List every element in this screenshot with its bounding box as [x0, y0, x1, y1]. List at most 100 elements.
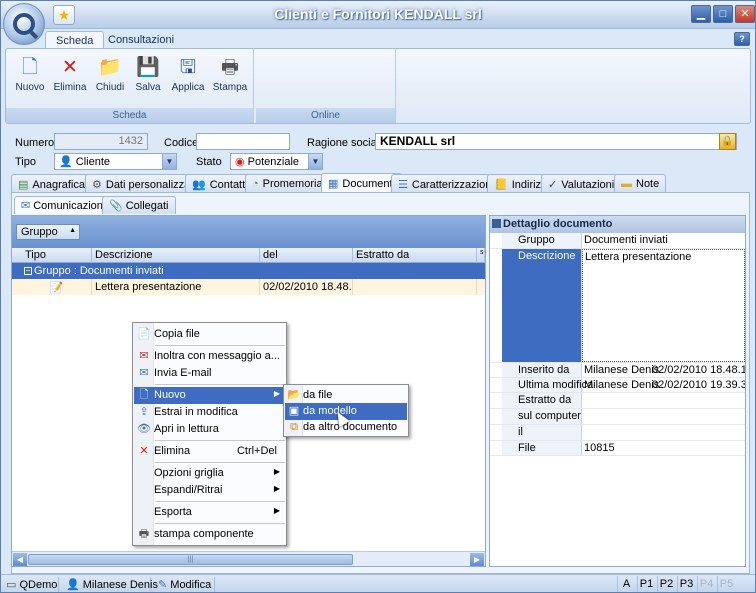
cell-del: 02/02/2010 18.48.14 [260, 279, 353, 295]
table-row[interactable]: 📝 Lettera presentazione 02/02/2010 18.48… [12, 279, 485, 295]
tab-anagrafica[interactable]: ▤ Anagrafica [11, 174, 92, 193]
rating-icon: ✓ [548, 179, 558, 191]
stato-value: Potenziale [247, 156, 300, 168]
tab-promemoria[interactable]: ◔ Promemoria [245, 174, 330, 193]
status-mode: ✎ Modifica [155, 577, 215, 592]
print-button[interactable]: 🖶 Stampa [210, 53, 250, 103]
detail-row-il: il [490, 425, 745, 441]
menu-separator [155, 345, 285, 346]
menu-item-esporta[interactable]: Esporta ▶ [134, 504, 285, 521]
chevron-down-icon: ▼ [162, 154, 176, 169]
column-header-su[interactable]: su [477, 248, 485, 263]
tipo-select[interactable]: 👤 Cliente ▼ [54, 153, 177, 170]
tab-documenti[interactable]: ▦ Documenti [321, 173, 402, 194]
template-icon: ▣ [288, 405, 300, 417]
envelope-icon: ✉ [21, 200, 31, 212]
tab-note[interactable]: ▬ Note [614, 174, 667, 193]
numero-field: 1432 [54, 133, 148, 150]
menu-item-stampa-componente[interactable]: 🖶 stampa componente [134, 526, 285, 543]
delete-x-icon: ✕ [139, 445, 149, 457]
cell-descrizione: Lettera presentazione [92, 279, 260, 295]
person-icon: 👤 [59, 156, 73, 168]
submenu-arrow-icon: ▶ [273, 389, 280, 398]
database-icon: ▭ [6, 579, 17, 591]
maximize-button[interactable]: □ [713, 5, 733, 23]
tab-valutazioni[interactable]: ✓ Valutazioni [541, 174, 622, 193]
delete-x-icon: ✕ [62, 57, 78, 78]
list-icon: ☰ [398, 179, 408, 191]
detail-row-inserito-da: Inserito da Milanese Denis 02/02/2010 18.… [490, 363, 745, 378]
scroll-right-icon[interactable]: ▶ [470, 553, 484, 566]
collapse-marker-icon[interactable] [492, 219, 501, 228]
apply-button[interactable]: 🖫 Applica [168, 53, 208, 103]
stato-select[interactable]: ◉ Potenziale ▼ [230, 153, 323, 170]
document-details-panel: Dettaglio documento Gruppo Documenti inv… [489, 215, 746, 567]
printer-icon: 🖶 [138, 528, 150, 540]
codice-field[interactable] [196, 133, 290, 150]
chevron-down-icon: ▼ [308, 154, 322, 169]
column-header-tipo[interactable]: Tipo [22, 248, 92, 263]
menu-item-inoltra[interactable]: ✉ Inoltra con messaggio a... [134, 348, 285, 365]
status-bar: ▭ QDemo 👤 Milanese Denis ✎ Modifica A P1… [1, 574, 755, 592]
group-chip[interactable]: Gruppo ▲ [16, 224, 80, 240]
details-title: Dettaglio documento [490, 216, 745, 233]
collapse-icon[interactable]: − [24, 267, 32, 275]
menu-item-apri[interactable]: 👁 Apri in lettura [134, 421, 285, 438]
column-header-estratto-da[interactable]: Estratto da [353, 248, 477, 263]
close-button[interactable]: ✕ [735, 5, 755, 23]
close-record-button[interactable]: 📁 Chiudi [90, 53, 130, 103]
detail-row-file: File 10815 [490, 441, 745, 456]
ragione-sociale-field[interactable]: KENDALL srl [375, 133, 737, 150]
calendar-icon: ▦ [328, 178, 339, 190]
delete-button[interactable]: ✕ Elimina [50, 53, 90, 103]
menu-item-copia-file[interactable]: 📄 Copia file [134, 326, 285, 343]
menu-separator [155, 384, 285, 385]
menu-item-invia-email[interactable]: ✉ Invia E-mail [134, 365, 285, 382]
printer-icon: 🖶 [221, 57, 239, 78]
detail-row-descrizione[interactable]: Descrizione Lettera presentazione [490, 249, 745, 363]
lock-icon[interactable]: 🔒 [719, 133, 736, 150]
submenu-item-da-file[interactable]: 📂 da file [285, 387, 407, 404]
menu-item-elimina[interactable]: ✕ Elimina Ctrl+Del [134, 443, 285, 460]
subtab-collegati[interactable]: 📎 Collegati [102, 196, 176, 214]
save-button[interactable]: 💾 Salva [128, 53, 168, 103]
menu-item-opzioni-griglia[interactable]: Opzioni griglia ▶ [134, 465, 285, 482]
new-button[interactable]: 🗋 Nuovo [10, 53, 50, 103]
context-menu: 📄 Copia file ✉ Inoltra con messaggio a... … [132, 322, 287, 546]
main-tabs: ▤ Anagrafica ⚙ Dati personalizzati 👥 Contat… [11, 173, 751, 194]
menu-item-estrai[interactable]: ⇪ Estrai in modifica [134, 404, 285, 421]
horizontal-scrollbar[interactable]: ◀ ||| ▶ [12, 551, 485, 566]
status-icon: ◉ [235, 156, 245, 168]
user-icon: 👤 [66, 579, 80, 591]
ribbon-tabs: Scheda Consultazioni ? [1, 29, 755, 50]
group-row[interactable]: − Gruppo : Documenti inviati [12, 263, 485, 279]
id-card-icon: ▤ [18, 179, 29, 191]
cell-estratto [353, 279, 477, 295]
menu-item-nuovo[interactable]: 🗋 Nuovo ▶ [134, 387, 285, 404]
app-window: ★ Clienti e Fornitori KENDALL srl ▁ □ ✕ … [0, 0, 756, 593]
menu-item-espandi-ritrai[interactable]: Espandi/Ritrai ▶ [134, 482, 285, 499]
subtab-comunicazioni[interactable]: ✉ Comunicazioni [14, 196, 113, 214]
help-icon[interactable]: ? [734, 32, 750, 46]
minimize-button[interactable]: ▁ [691, 5, 711, 23]
detail-row-estratto-da: Estratto da [490, 393, 745, 409]
status-key-p5: P5 [717, 576, 735, 592]
save-disk-icon: 💾 [136, 57, 160, 78]
clock-icon: ◔ [252, 178, 259, 190]
status-key-a: A [617, 576, 635, 592]
extract-icon: ⇪ [139, 406, 149, 418]
column-header-descrizione[interactable]: Descrizione [92, 248, 260, 263]
app-menu-orb-icon[interactable] [3, 3, 45, 45]
column-header-del[interactable]: del [260, 248, 353, 263]
group-by-bar: Gruppo ▲ [12, 216, 485, 248]
submenu-arrow-icon: ▶ [273, 484, 280, 493]
open-read-icon: 👁 [137, 423, 151, 435]
tab-caratterizzazioni[interactable]: ☰ Caratterizzazioni [391, 174, 501, 193]
ribbon-body: 🗋 Nuovo ✕ Elimina 📁 Chiudi 💾 Salva 🖫 App… [5, 48, 751, 124]
ribbon-group-label-online: Online [256, 108, 395, 123]
edit-icon: ✎ [158, 579, 168, 591]
menu-separator [155, 523, 285, 524]
scroll-thumb[interactable]: ||| [28, 554, 353, 565]
scroll-left-icon[interactable]: ◀ [13, 553, 27, 566]
email-icon: ✉ [139, 367, 149, 379]
